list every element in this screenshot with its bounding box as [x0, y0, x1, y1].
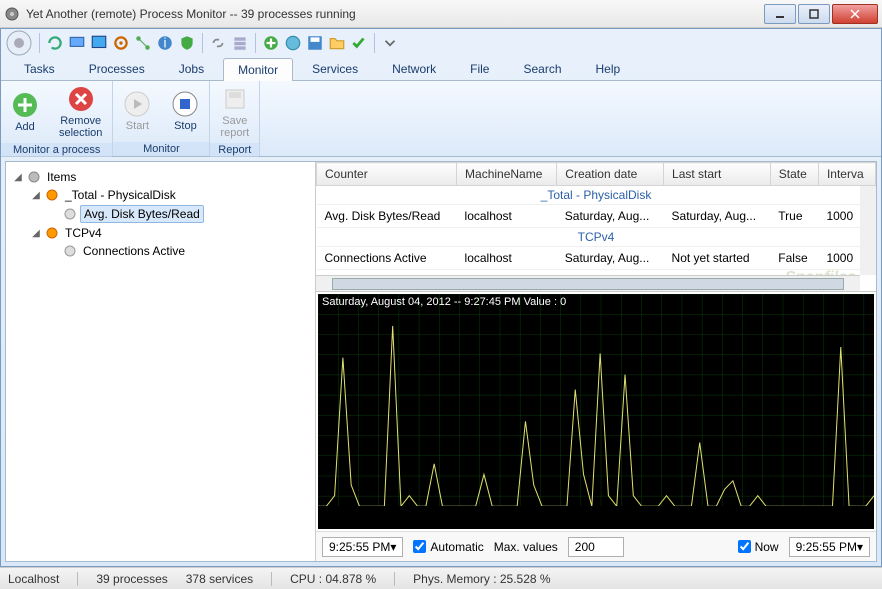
counter-table: Counter MachineName Creation date Last s… — [316, 162, 876, 292]
remove-button[interactable]: Remove selection — [49, 81, 112, 143]
tree-pane: ◢ Items ◢ _Total - PhysicalDisk Avg. Dis… — [6, 162, 316, 561]
status-host: Localhost — [8, 572, 59, 586]
menu-file[interactable]: File — [455, 57, 504, 80]
table-row[interactable]: Connections Active localhost Saturday, A… — [317, 247, 876, 270]
collapse-icon[interactable]: ◢ — [30, 190, 42, 201]
ribbon: Add Remove selection Monitor a process S… — [1, 81, 881, 157]
tree-node-avgdiskbytes[interactable]: Avg. Disk Bytes/Read — [48, 204, 309, 224]
app-icon — [4, 6, 20, 22]
maximize-button[interactable] — [798, 4, 830, 24]
dropdown-icon[interactable] — [381, 34, 399, 52]
separator — [39, 33, 40, 53]
separator — [374, 33, 375, 53]
separator — [255, 33, 256, 53]
statusbar: Localhost 39 processes 378 services CPU … — [0, 567, 882, 589]
network-icon[interactable] — [134, 34, 152, 52]
time-end-input[interactable]: 9:25:55 PM▾ — [789, 537, 870, 557]
gear-icon — [27, 170, 41, 184]
tree-node-connactive[interactable]: Connections Active — [48, 242, 309, 260]
status-services: 378 services — [186, 572, 253, 586]
horizontal-scrollbar[interactable] — [316, 275, 860, 291]
ribbon-group-label: Report — [210, 143, 259, 157]
menu-tasks[interactable]: Tasks — [9, 57, 70, 80]
info-icon[interactable]: i — [156, 34, 174, 52]
tree-node-tcpv4[interactable]: ◢ TCPv4 — [30, 224, 309, 242]
metric-icon — [63, 207, 77, 221]
stack-icon[interactable] — [231, 34, 249, 52]
save-icon[interactable] — [306, 34, 324, 52]
time-start-input[interactable]: 9:25:55 PM▾ — [322, 537, 403, 557]
ribbon-group-label: Monitor a process — [1, 143, 112, 157]
now-checkbox[interactable]: Now — [738, 540, 779, 554]
table-group-row[interactable]: TCPv4 — [317, 228, 876, 247]
svg-text:i: i — [164, 36, 167, 51]
graph-tooltip: Saturday, August 04, 2012 -- 9:27:45 PM … — [322, 296, 566, 308]
folder-icon[interactable] — [328, 34, 346, 52]
col-state[interactable]: State — [770, 163, 818, 186]
check-icon[interactable] — [350, 34, 368, 52]
menubar: Tasks Processes Jobs Monitor Services Ne… — [1, 57, 881, 81]
quick-toolbar: i — [1, 29, 881, 57]
chevron-down-icon: ▾ — [857, 540, 863, 554]
col-machine[interactable]: MachineName — [457, 163, 557, 186]
graph-footer: 9:25:55 PM▾ Automatic Max. values 200 No… — [316, 531, 876, 561]
status-processes: 39 processes — [96, 572, 167, 586]
menu-help[interactable]: Help — [581, 57, 636, 80]
performance-graph[interactable]: Saturday, August 04, 2012 -- 9:27:45 PM … — [318, 294, 874, 529]
plus-circle-icon — [11, 91, 39, 119]
maxvalues-label: Max. values — [494, 540, 558, 554]
add-icon[interactable] — [262, 34, 280, 52]
counter-icon — [45, 226, 59, 240]
status-cpu: CPU : 04.878 % — [290, 572, 376, 586]
link-icon[interactable] — [209, 34, 227, 52]
start-button: Start — [113, 81, 161, 142]
shield-icon[interactable] — [178, 34, 196, 52]
ribbon-group-label: Monitor — [113, 142, 209, 156]
counter-icon — [45, 188, 59, 202]
collapse-icon[interactable]: ◢ — [12, 172, 24, 183]
maxvalues-input[interactable]: 200 — [568, 537, 624, 557]
table-row[interactable]: Avg. Disk Bytes/Read localhost Saturday,… — [317, 205, 876, 228]
x-circle-icon — [67, 85, 95, 113]
window-title: Yet Another (remote) Process Monitor -- … — [26, 7, 762, 21]
graph-canvas — [318, 294, 874, 506]
menu-services[interactable]: Services — [297, 57, 373, 80]
app-menu-icon[interactable] — [5, 29, 33, 57]
save-report-icon — [221, 85, 249, 113]
globe-icon[interactable] — [284, 34, 302, 52]
vertical-scrollbar[interactable] — [860, 186, 876, 275]
automatic-checkbox[interactable]: Automatic — [413, 540, 483, 554]
chevron-down-icon: ▾ — [390, 540, 396, 554]
col-interval[interactable]: Interva — [818, 163, 875, 186]
close-button[interactable] — [832, 4, 878, 24]
status-memory: Phys. Memory : 25.528 % — [413, 572, 550, 586]
metric-icon — [63, 244, 77, 258]
menu-network[interactable]: Network — [377, 57, 451, 80]
stop-button[interactable]: Stop — [161, 81, 209, 142]
monitor-icon[interactable] — [68, 34, 86, 52]
col-laststart[interactable]: Last start — [664, 163, 771, 186]
refresh-icon[interactable] — [46, 34, 64, 52]
menu-search[interactable]: Search — [508, 57, 576, 80]
menu-jobs[interactable]: Jobs — [164, 57, 219, 80]
menu-processes[interactable]: Processes — [74, 57, 160, 80]
right-pane: Counter MachineName Creation date Last s… — [316, 162, 876, 561]
menu-monitor[interactable]: Monitor — [223, 58, 293, 81]
col-counter[interactable]: Counter — [317, 163, 457, 186]
separator — [202, 33, 203, 53]
save-report-button: Save report — [210, 81, 259, 143]
screen-icon[interactable] — [90, 34, 108, 52]
col-creation[interactable]: Creation date — [557, 163, 664, 186]
play-icon — [123, 90, 151, 118]
content-area: ◢ Items ◢ _Total - PhysicalDisk Avg. Dis… — [5, 161, 877, 562]
add-button[interactable]: Add — [1, 81, 49, 143]
collapse-icon[interactable]: ◢ — [30, 228, 42, 239]
table-group-row[interactable]: _Total - PhysicalDisk — [317, 186, 876, 205]
titlebar: Yet Another (remote) Process Monitor -- … — [0, 0, 882, 28]
target-icon[interactable] — [112, 34, 130, 52]
stop-icon — [171, 90, 199, 118]
minimize-button[interactable] — [764, 4, 796, 24]
tree-node-physicaldisk[interactable]: ◢ _Total - PhysicalDisk — [30, 186, 309, 204]
tree-root[interactable]: ◢ Items — [12, 168, 309, 186]
